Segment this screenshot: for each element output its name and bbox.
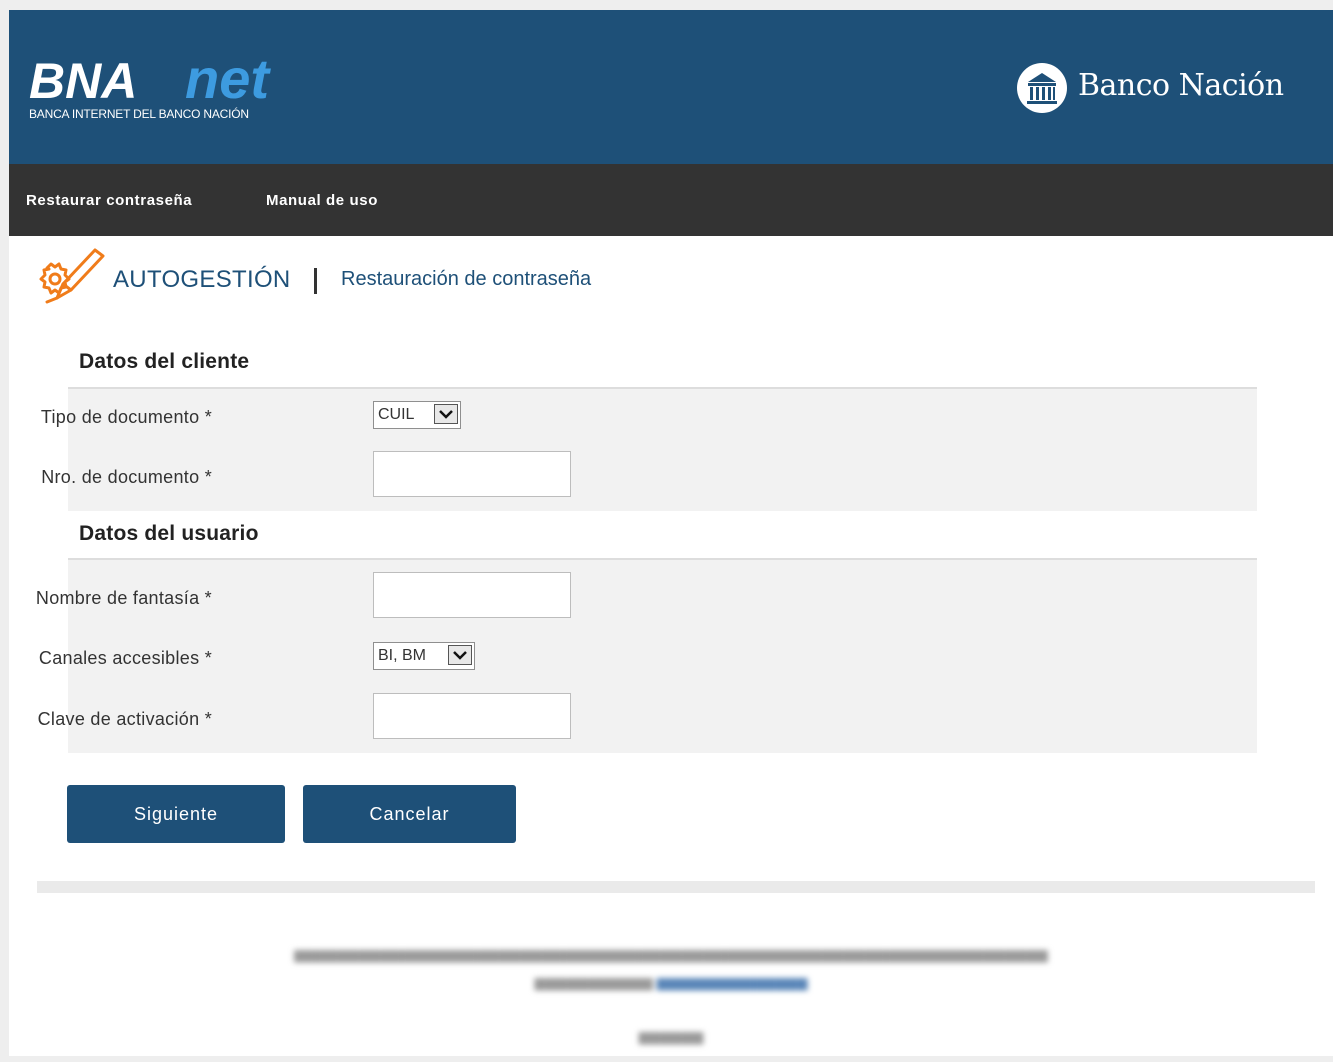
doc-type-value: CUIL xyxy=(378,406,415,423)
brand-text: BNA xyxy=(29,53,137,109)
nav-bar: Restaurar contraseña Manual de uso xyxy=(9,164,1333,236)
gear-pen-icon xyxy=(39,248,105,304)
brand-text-accent: net xyxy=(185,50,271,110)
nav-restore-password[interactable]: Restaurar contraseña xyxy=(26,192,192,209)
cancel-button[interactable]: Cancelar xyxy=(303,785,516,843)
channels-select[interactable]: BI, BM xyxy=(373,642,475,670)
activation-key-label: Clave de activación * xyxy=(37,709,212,729)
nickname-label: Nombre de fantasía * xyxy=(35,588,212,608)
section-subtitle: Restauración de contraseña xyxy=(341,268,592,290)
doc-number-label: Nro. de documento * xyxy=(41,467,212,487)
doc-type-select[interactable]: CUIL xyxy=(373,401,461,429)
channels-label: Canales accesibles * xyxy=(38,648,212,668)
footer-blurred-link[interactable]: ▆▆▆▆▆▆▆▆▆▆▆▆▆▆ xyxy=(657,974,808,990)
brand-tagline: BANCA INTERNET DEL BANCO NACIÓN xyxy=(29,107,249,121)
nav-user-manual[interactable]: Manual de uso xyxy=(266,192,378,209)
footer-blurred-line: ▆▆▆▆▆▆▆▆▆▆▆▆▆▆▆▆▆▆▆▆▆▆▆▆▆▆▆▆▆▆▆▆▆▆▆▆▆▆▆▆… xyxy=(294,946,1048,962)
title-divider xyxy=(314,268,317,294)
footer-divider xyxy=(37,881,1315,893)
section-title: AUTOGESTIÓN xyxy=(113,266,291,293)
doc-number-input[interactable] xyxy=(373,451,571,497)
user-data-heading: Datos del usuario xyxy=(79,522,259,545)
footer-blurred-line: ▆▆▆▆▆▆▆▆▆▆▆ ▆▆▆▆▆▆▆▆▆▆▆▆▆▆ xyxy=(534,974,808,990)
footer-blurred-line: ▆▆▆▆▆▆ xyxy=(638,1028,704,1044)
nickname-input[interactable] xyxy=(373,572,571,618)
doc-type-label: Tipo de documento * xyxy=(40,407,212,427)
top-header: BNA net BANCA INTERNET DEL BANCO NACIÓN … xyxy=(9,10,1333,164)
bank-building-icon xyxy=(1017,63,1067,113)
chevron-down-icon[interactable] xyxy=(434,404,458,424)
channels-value: BI, BM xyxy=(378,647,427,664)
activation-key-input[interactable] xyxy=(373,693,571,739)
client-data-panel: Tipo de documento * CUIL Nro. de documen… xyxy=(41,387,1257,511)
next-button[interactable]: Siguiente xyxy=(67,785,285,843)
user-data-panel: Nombre de fantasía * Canales accesibles … xyxy=(36,558,1257,753)
client-data-heading: Datos del cliente xyxy=(79,350,250,373)
bank-name: Banco Nación xyxy=(1078,68,1284,103)
page: BNA net BANCA INTERNET DEL BANCO NACIÓN … xyxy=(9,10,1333,1056)
chevron-down-icon[interactable] xyxy=(448,645,472,665)
